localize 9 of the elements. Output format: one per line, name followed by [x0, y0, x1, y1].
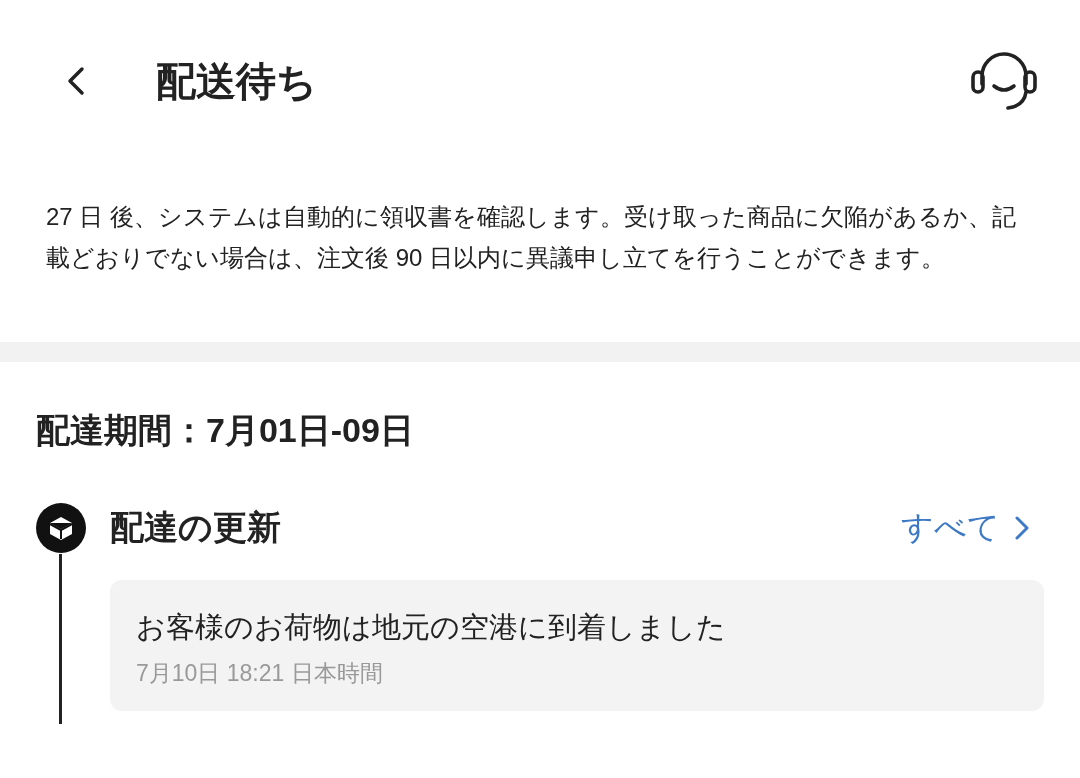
updates-title: 配達の更新: [110, 507, 282, 548]
package-icon: [36, 503, 86, 553]
update-message: お客様のお荷物は地元の空港に到着しました: [136, 610, 727, 645]
update-time: 7月10日 18:21 日本時間: [136, 659, 384, 688]
see-all-link[interactable]: すべて: [901, 506, 1030, 550]
page-title: 配送待ち: [156, 57, 318, 105]
chevron-icon: [1014, 515, 1030, 541]
delivery-period: 配達期間：7月01日-09日: [36, 410, 415, 451]
notice-text: 27 日 後、システムは自動的に領収書を確認します。受け取った商品に欠陥があるか、記載どおりでない場合は、注文後 90 日以内に異議申し立てを行うことができます。: [46, 202, 1018, 273]
